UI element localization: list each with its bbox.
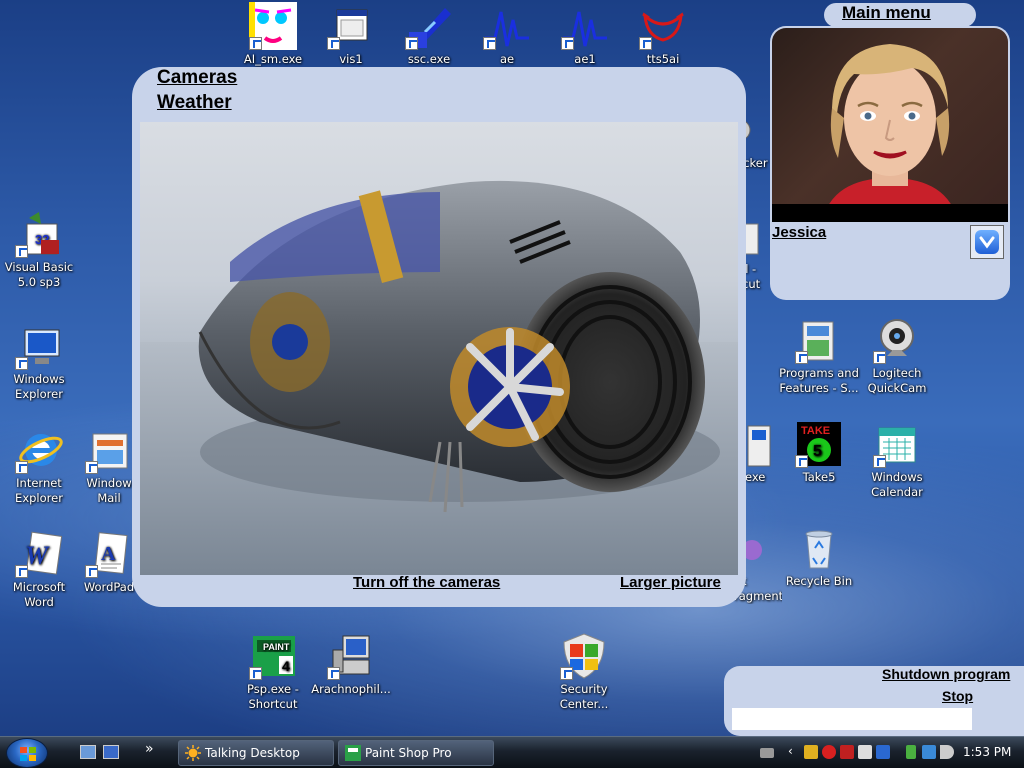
tray-mail-icon[interactable]: [876, 745, 890, 759]
svg-text:A: A: [101, 543, 116, 565]
taskbar: » Talking Desktop Paint Shop Pro ‹ 1:53 …: [0, 736, 1024, 768]
desktop-icon-microsoft-word[interactable]: W Microsoft Word: [0, 530, 81, 610]
camera-panel: Cameras Weather Turn off the cameras Lar…: [132, 67, 746, 607]
svg-text:W: W: [25, 541, 50, 570]
tray-app-icon[interactable]: [804, 745, 818, 759]
character-name-link[interactable]: Jessica: [772, 224, 826, 241]
network-icon[interactable]: [922, 745, 936, 759]
start-button[interactable]: [6, 738, 48, 768]
desktop-icon-logitech-quickcam[interactable]: Logitech QuickCam: [855, 316, 939, 396]
main-menu-link[interactable]: Main menu: [842, 3, 931, 23]
svg-text:5: 5: [813, 443, 822, 460]
take5-icon: TAKE 5: [795, 420, 843, 468]
turn-off-cameras-link[interactable]: Turn off the cameras: [353, 574, 500, 591]
avatar-image: [772, 28, 1008, 222]
internet-explorer-icon: [15, 426, 63, 474]
desktop-icon-ae[interactable]: ae: [465, 2, 549, 67]
svg-text:PAINT: PAINT: [263, 642, 290, 652]
desktop-icon-tts5ai[interactable]: tts5ai: [621, 2, 705, 67]
shutdown-panel: Shutdown program Stop: [724, 666, 1024, 736]
desktop-icon-internet-explorer[interactable]: Internet Explorer: [0, 426, 81, 506]
desktop-icon-ai-sm[interactable]: AI_sm.exe: [231, 2, 315, 67]
waveform-icon: [561, 2, 609, 50]
larger-picture-link[interactable]: Larger picture: [620, 574, 721, 591]
shutdown-program-link[interactable]: Shutdown program: [882, 666, 1010, 682]
recycle-bin-icon: [795, 524, 843, 572]
weather-link[interactable]: Weather: [157, 92, 232, 114]
desktop-icon-recycle-bin[interactable]: Recycle Bin: [777, 524, 861, 589]
main-menu-pill: Main menu: [824, 3, 976, 27]
desktop-icon-programs-features[interactable]: Programs and Features - S...: [777, 316, 861, 396]
taskbar-button-paint-shop-pro[interactable]: Paint Shop Pro: [338, 740, 494, 766]
desktop-icon-security-center[interactable]: Security Center...: [542, 632, 626, 712]
partial-icon: [742, 524, 772, 572]
tts-mouth-icon: [639, 2, 687, 50]
wordpad-icon: A: [85, 530, 133, 578]
paint-shop-pro-icon: PAINT 4: [249, 632, 297, 680]
command-input[interactable]: [732, 708, 972, 730]
down-arrow-icon: [975, 230, 999, 254]
paint-shop-pro-icon: [345, 745, 361, 761]
desktop-icon-psp[interactable]: PAINT 4 Psp.exe - Shortcut: [231, 632, 315, 712]
ai-face-icon: [249, 2, 297, 50]
waveform-icon: [483, 2, 531, 50]
windows-explorer-icon: [15, 322, 63, 370]
vis-app-icon: [327, 2, 375, 50]
partial-icon: [744, 420, 774, 468]
desktop-icon-take5[interactable]: TAKE 5 Take5: [777, 420, 861, 485]
stop-link[interactable]: Stop: [942, 688, 973, 704]
calendar-icon: [873, 420, 921, 468]
avatar-bar: [772, 204, 1008, 222]
svg-text:TAKE: TAKE: [801, 425, 830, 437]
visual-basic-icon: 32: [15, 210, 63, 258]
system-tray: ‹ 1:53 PM: [758, 737, 1024, 768]
desktop-icon-ssc[interactable]: ssc.exe: [387, 2, 471, 67]
computer-icon: [327, 632, 375, 680]
desktop-icon-partial-2[interactable]: il - cut: [741, 214, 772, 292]
quick-launch-overflow[interactable]: »: [145, 741, 154, 757]
tray-monitor-icon[interactable]: [858, 745, 872, 759]
desktop-icon-vis1[interactable]: vis1: [309, 2, 393, 67]
ssc-app-icon: [405, 2, 453, 50]
tray-expand-icon[interactable]: ‹: [788, 744, 793, 758]
word-icon: W: [15, 530, 63, 578]
tray-error-icon[interactable]: [822, 745, 836, 759]
show-desktop-icon[interactable]: [80, 745, 96, 759]
avatar-panel: Jessica: [770, 26, 1010, 300]
sun-icon: [185, 745, 201, 761]
volume-icon[interactable]: [940, 745, 954, 759]
security-shield-icon: [560, 632, 608, 680]
desktop-icon-ae1[interactable]: ae1: [543, 2, 627, 67]
camera-image: [140, 122, 738, 575]
cameras-link[interactable]: Cameras: [157, 67, 237, 89]
tray-power-icon[interactable]: [906, 745, 916, 759]
clock[interactable]: 1:53 PM: [963, 745, 1011, 759]
windows-mail-icon: [85, 426, 133, 474]
webcam-icon: [873, 316, 921, 364]
programs-features-icon: [795, 316, 843, 364]
windows-logo-icon: [20, 747, 36, 761]
down-arrow-button[interactable]: [970, 225, 1004, 259]
keyboard-icon[interactable]: [760, 748, 774, 758]
tray-alert-icon[interactable]: [840, 745, 854, 759]
switch-windows-icon[interactable]: [103, 745, 119, 759]
desktop-icon-visual-basic[interactable]: 32 Visual Basic 5.0 sp3: [0, 210, 81, 290]
desktop-icon-arachnophilia[interactable]: Arachnophil...: [309, 632, 393, 697]
svg-text:4: 4: [282, 658, 290, 674]
desktop-icon-windows-calendar[interactable]: Windows Calendar: [855, 420, 939, 500]
desktop-icon-windows-explorer[interactable]: Windows Explorer: [0, 322, 81, 402]
taskbar-button-talking-desktop[interactable]: Talking Desktop: [178, 740, 334, 766]
